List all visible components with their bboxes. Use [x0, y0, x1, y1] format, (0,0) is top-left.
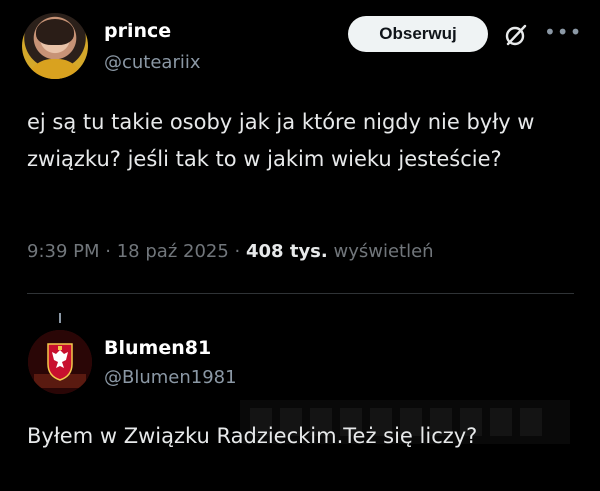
tweet-date[interactable]: 18 paź 2025	[117, 241, 229, 262]
polish-eagle-emblem-icon	[28, 330, 92, 394]
avatar-shirt	[26, 59, 84, 79]
author-avatar[interactable]	[22, 13, 88, 79]
author-handle[interactable]: @cuteariix	[104, 52, 201, 73]
meta-separator: ·	[234, 241, 241, 262]
tweet-text: ej są tu takie osoby jak ja które nigdy …	[27, 110, 535, 171]
reply-author-name[interactable]: Blumen81	[104, 337, 211, 359]
follow-button[interactable]: Obserwuj	[348, 16, 488, 52]
reply-text: Byłem w Związku Radzieckim.Też się liczy…	[27, 424, 478, 448]
avatar-hair	[36, 19, 74, 45]
reply-author-avatar[interactable]	[28, 330, 92, 394]
reply-author-handle[interactable]: @Blumen1981	[104, 367, 237, 388]
more-dots-icon[interactable]: •••	[544, 20, 582, 44]
meta-separator: ·	[105, 241, 111, 262]
thread-connector-line	[59, 313, 61, 323]
tweet-meta: 9:39 PM · 18 paź 2025 · 408 tys. wyświet…	[27, 241, 434, 262]
divider	[27, 293, 574, 294]
views-count[interactable]: 408 tys.	[246, 241, 328, 262]
views-label: wyświetleń	[333, 241, 434, 262]
grok-slash-circle-icon[interactable]	[503, 22, 529, 48]
tweet-time[interactable]: 9:39 PM	[27, 241, 100, 262]
author-name[interactable]: prince	[104, 20, 171, 42]
